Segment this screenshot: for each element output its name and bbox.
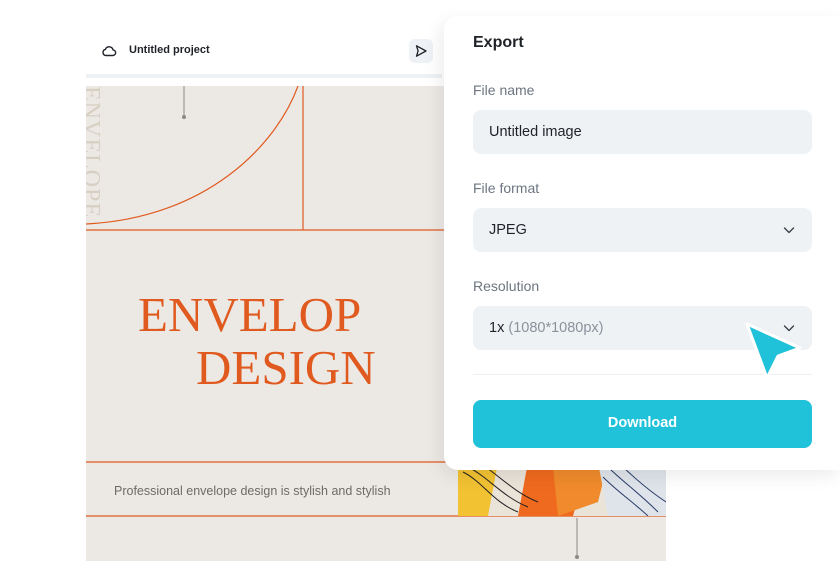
file-format-label: File format bbox=[473, 180, 540, 196]
send-button[interactable] bbox=[409, 39, 433, 63]
resolution-label: Resolution bbox=[473, 278, 540, 294]
project-title[interactable]: Untitled project bbox=[129, 44, 210, 56]
heading-line-2: DESIGN bbox=[196, 340, 376, 395]
cloud-icon[interactable] bbox=[101, 43, 117, 59]
resolution-detail: (1080*1080px) bbox=[508, 320, 604, 336]
send-icon bbox=[415, 45, 427, 57]
resolution-value: 1x (1080*1080px) bbox=[489, 320, 604, 336]
pointer-cursor-icon bbox=[745, 322, 802, 380]
file-name-value: Untitled image bbox=[489, 124, 582, 140]
canvas-heading[interactable]: ENVELOP DESIGN bbox=[138, 288, 376, 394]
download-label: Download bbox=[607, 415, 678, 431]
heading-line-1: ENVELOP bbox=[138, 287, 362, 342]
export-panel: Export File name Untitled image File for… bbox=[444, 16, 840, 470]
file-format-select[interactable]: JPEG bbox=[473, 208, 812, 252]
vertical-decorative-text: ENVELOPE bbox=[86, 86, 104, 218]
chevron-down-icon bbox=[783, 227, 795, 234]
canvas-subtitle[interactable]: Professional envelope design is stylish … bbox=[114, 484, 391, 498]
abstract-artwork-image[interactable] bbox=[458, 462, 666, 516]
file-format-value: JPEG bbox=[489, 222, 527, 238]
export-title: Export bbox=[473, 34, 524, 51]
resolution-scale: 1x bbox=[489, 320, 505, 336]
file-name-label: File name bbox=[473, 82, 535, 98]
download-button[interactable]: Download bbox=[473, 400, 812, 448]
file-name-input[interactable]: Untitled image bbox=[473, 110, 812, 154]
editor-topbar: Untitled project bbox=[86, 30, 442, 78]
